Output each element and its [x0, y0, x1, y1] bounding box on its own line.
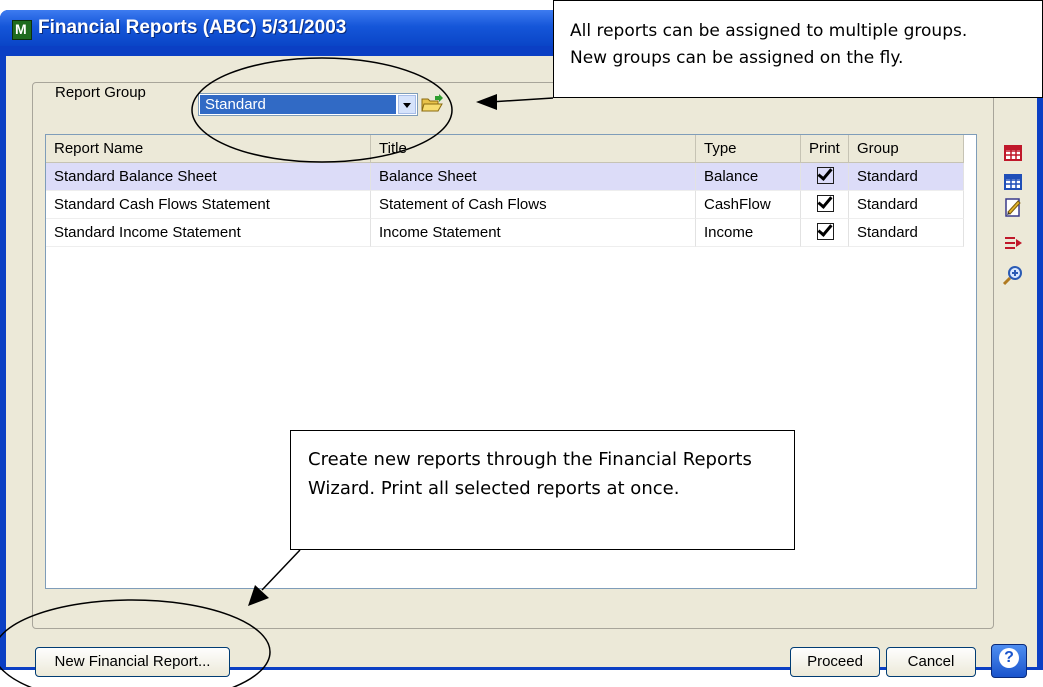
- arrow-head-top: [476, 94, 497, 110]
- highlight-ellipse-new-report: [0, 599, 271, 687]
- arrow-line-middle: [261, 549, 301, 591]
- arrow-line-top: [489, 97, 554, 103]
- arrow-head-middle: [248, 585, 269, 606]
- highlight-ellipse-group: [191, 57, 453, 163]
- annotation-overlay: [0, 57, 554, 687]
